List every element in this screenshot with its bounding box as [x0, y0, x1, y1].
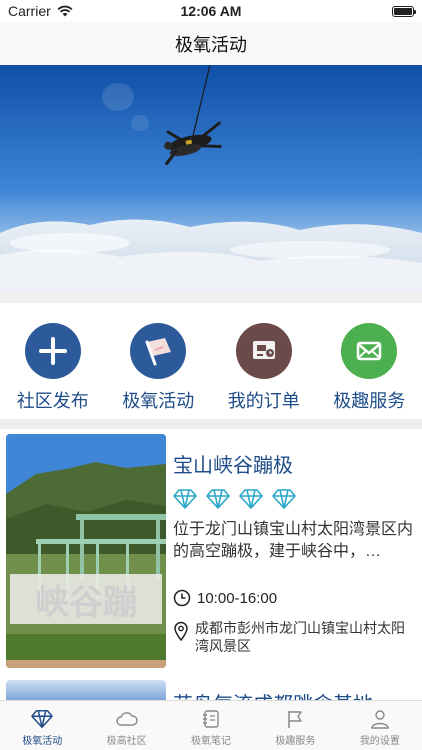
- diamond-icon: [272, 489, 296, 509]
- notebook-icon: [203, 710, 219, 728]
- tab-bar: 极氧活动 极高社区 极氧笔记 极趣服务 我的设置: [0, 700, 422, 750]
- clock-icon: [173, 589, 191, 607]
- tab-notes[interactable]: 极氧笔记: [169, 701, 253, 750]
- tab-label: 极高社区: [106, 736, 147, 747]
- person-icon: [371, 710, 389, 729]
- tab-activities[interactable]: 极氧活动: [0, 701, 84, 750]
- cloud-icon: [115, 712, 138, 726]
- activity-card[interactable]: 峡谷蹦 宝山峡谷蹦极 位于龙门山镇宝山村太阳湾景区内的高空蹦极，建于峡谷中，… …: [0, 429, 422, 674]
- tab-label: 极氧活动: [22, 736, 63, 747]
- quick-item-fun-service[interactable]: 极趣服务: [317, 323, 422, 413]
- order-icon: [235, 323, 292, 379]
- tab-label: 我的设置: [359, 736, 400, 747]
- thumb-sign-text: 峡谷蹦: [35, 583, 137, 623]
- activity-time-row: 10:00-16:00: [173, 589, 277, 607]
- carrier-label: Carrier: [8, 3, 51, 19]
- status-bar: Carrier 12:06 AM: [0, 0, 422, 22]
- diamond-icon: [206, 489, 230, 509]
- diamond-icon: [239, 489, 263, 509]
- activity-title[interactable]: 花鸟气流成都跳伞基地: [173, 688, 373, 700]
- location-pin-icon: [174, 621, 188, 641]
- tab-settings[interactable]: 我的设置: [338, 701, 422, 750]
- quick-item-my-orders[interactable]: 我的订单: [211, 323, 316, 413]
- flag-icon: [130, 323, 187, 379]
- rating-diamonds: [173, 489, 296, 509]
- section-divider: [0, 419, 422, 429]
- tab-fun-service[interactable]: 极趣服务: [253, 701, 337, 750]
- activity-thumbnail: 峡谷蹦: [6, 434, 166, 668]
- quick-item-label: 极氧活动: [122, 391, 195, 411]
- nav-bar: 极氧活动: [0, 22, 422, 65]
- section-divider: [0, 293, 422, 303]
- activity-card-next[interactable]: 花鸟气流成都跳伞基地: [0, 680, 422, 700]
- status-left: Carrier: [8, 3, 73, 19]
- activity-description: 位于龙门山镇宝山村太阳湾景区内的高空蹦极，建于峡谷中，…: [173, 521, 413, 560]
- diamond-icon: [31, 710, 54, 728]
- activity-address-row: 成都市彭州市龙门山镇宝山村太阳湾风景区: [173, 619, 413, 655]
- flag-outline-icon: [288, 711, 303, 728]
- tab-community[interactable]: 极高社区: [84, 701, 168, 750]
- tab-label: 极氧笔记: [191, 736, 232, 747]
- activity-address: 成都市彭州市龙门山镇宝山村太阳湾风景区: [195, 620, 405, 654]
- banner-image[interactable]: [0, 65, 422, 293]
- plus-icon: [24, 323, 81, 379]
- activity-title[interactable]: 宝山峡谷蹦极: [173, 449, 293, 478]
- battery-icon: [392, 5, 416, 17]
- quick-item-activities[interactable]: 极氧活动: [106, 323, 211, 413]
- quick-item-label: 我的订单: [227, 391, 300, 411]
- mail-icon: [341, 323, 398, 379]
- wifi-icon: [57, 5, 73, 17]
- quick-item-community-post[interactable]: 社区发布: [0, 323, 105, 413]
- diamond-icon: [173, 489, 197, 509]
- tab-label: 极趣服务: [275, 736, 316, 747]
- quick-item-label: 极趣服务: [333, 391, 406, 411]
- quick-menu: 社区发布 极氧活动 我的订单 极趣服务: [0, 303, 422, 419]
- activity-time: 10:00-16:00: [197, 589, 278, 607]
- activity-thumbnail: [6, 680, 166, 700]
- quick-item-label: 社区发布: [16, 391, 89, 411]
- page-title: 极氧活动: [175, 34, 247, 55]
